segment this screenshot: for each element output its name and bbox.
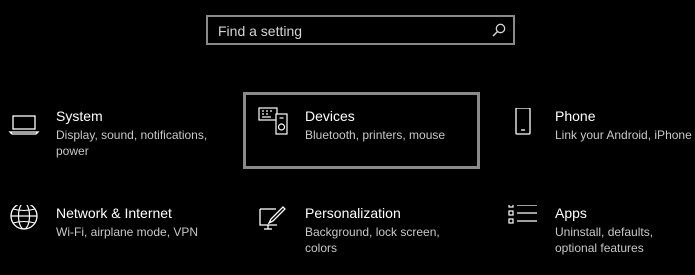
- devices-icon: [258, 107, 288, 135]
- phone-icon: [515, 108, 531, 135]
- category-description: Wi-Fi, airplane mode, VPN: [56, 225, 199, 239]
- category-personalization[interactable]: Personalization Background, lock screen,…: [257, 205, 472, 275]
- category-description: Display, sound, notifications, power: [56, 128, 208, 158]
- category-description: Bluetooth, printers, mouse: [305, 128, 446, 142]
- search-input[interactable]: Find a setting: [206, 15, 515, 45]
- category-title: Apps: [555, 205, 587, 221]
- paintbrush-icon: [259, 206, 286, 230]
- category-network[interactable]: Network & Internet Wi-Fi, airplane mode,…: [8, 205, 228, 275]
- laptop-icon: [8, 115, 40, 135]
- category-title: Personalization: [305, 205, 401, 221]
- apps-list-icon: [508, 205, 537, 224]
- category-description: Background, lock screen, colors: [305, 225, 440, 255]
- category-title: System: [56, 108, 103, 124]
- category-apps[interactable]: Apps Uninstall, defaults, optional featu…: [507, 205, 693, 275]
- category-devices[interactable]: Devices Bluetooth, printers, mouse: [257, 105, 472, 175]
- category-phone[interactable]: Phone Link your Android, iPhone: [507, 108, 693, 178]
- category-title: Devices: [305, 108, 355, 124]
- category-title: Network & Internet: [56, 205, 172, 221]
- search-placeholder: Find a setting: [218, 23, 303, 39]
- globe-icon: [10, 205, 38, 230]
- search-icon[interactable]: [491, 22, 507, 38]
- category-title: Phone: [555, 108, 596, 124]
- category-system[interactable]: System Display, sound, notifications, po…: [8, 108, 228, 178]
- category-description: Link your Android, iPhone: [555, 128, 692, 142]
- category-description: Uninstall, defaults, optional features: [555, 225, 654, 255]
